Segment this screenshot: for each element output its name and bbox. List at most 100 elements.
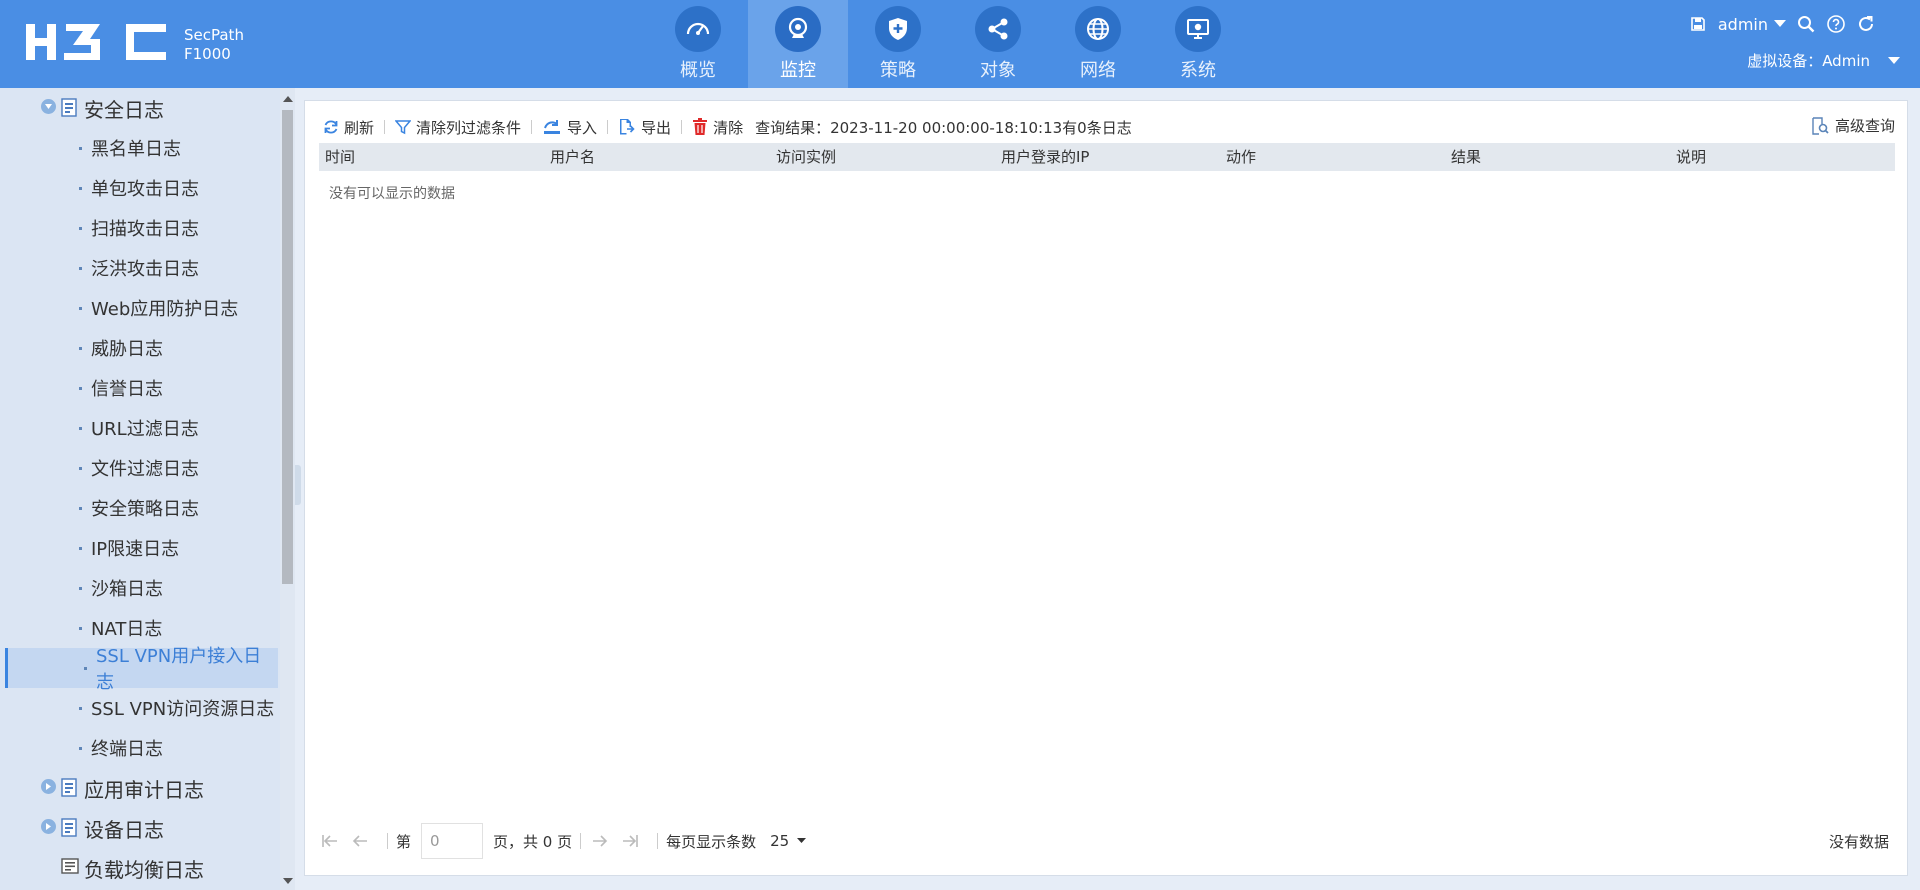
help-icon[interactable] (1826, 14, 1846, 34)
tree-item-blacklist-log[interactable]: 黑名单日志 (0, 128, 278, 168)
log-panel: 刷新 清除列过滤条件 导入 导出 清除 查询结果：2023-11-20 00:0… (304, 100, 1908, 876)
product-name: SecPath F1000 (184, 26, 244, 64)
nav-label: 监控 (780, 60, 816, 81)
nav-label: 网络 (1080, 60, 1116, 81)
column-header-username[interactable]: 用户名 (544, 143, 770, 171)
column-header-time[interactable]: 时间 (319, 143, 544, 171)
nav-system[interactable]: 系统 (1148, 0, 1248, 88)
tree-item-file-filter-log[interactable]: 文件过滤日志 (0, 448, 278, 488)
refresh-button[interactable]: 刷新 (323, 117, 374, 138)
tree-item-sandbox-log[interactable]: 沙箱日志 (0, 568, 278, 608)
nav-overview[interactable]: 概览 (648, 0, 748, 88)
previous-page-icon[interactable] (349, 830, 371, 852)
tree-item-ip-rate-limit-log[interactable]: IP限速日志 (0, 528, 278, 568)
save-icon[interactable] (1688, 14, 1708, 34)
user-menu[interactable]: admin (1718, 15, 1786, 34)
product-line-2: F1000 (184, 45, 231, 63)
column-header-action[interactable]: 动作 (1220, 143, 1445, 171)
tree-item-scan-attack-log[interactable]: 扫描攻击日志 (0, 208, 278, 248)
next-page-icon[interactable] (589, 830, 611, 852)
tree-item-label: NAT日志 (91, 619, 163, 640)
tree-item-label: URL过滤日志 (91, 419, 199, 440)
toolbar: 刷新 清除列过滤条件 导入 导出 清除 查询结果：2023-11-20 00:0… (323, 115, 1895, 139)
nav-monitor[interactable]: 监控 (748, 0, 848, 88)
tree-item-threat-log[interactable]: 威胁日志 (0, 328, 278, 368)
log-file-icon (61, 818, 77, 842)
pagination-bar: 第 页，共 0 页 每页显示条数 25 没有数据 (319, 821, 1895, 861)
tree-item-label: 黑名单日志 (91, 139, 181, 160)
advanced-query-button[interactable]: 高级查询 (1811, 115, 1895, 136)
expand-icon[interactable] (41, 819, 56, 834)
caret-down-icon (1888, 56, 1900, 64)
main-nav: 概览 监控 策略 对象 网络 系统 (648, 0, 1248, 88)
refresh-icon (324, 120, 338, 134)
nav-label: 系统 (1180, 60, 1216, 81)
expand-icon[interactable] (41, 779, 56, 794)
tree-group-label: 负载均衡日志 (84, 857, 204, 882)
import-icon (544, 120, 561, 134)
virtual-device-selector[interactable]: 虚拟设备：Admin (1747, 50, 1900, 71)
list-doc-icon (61, 858, 79, 879)
virtual-device-label: 虚拟设备：Admin (1747, 52, 1870, 70)
share-nodes-icon (975, 6, 1021, 52)
tree-item-label: 泛洪攻击日志 (91, 259, 199, 280)
clear-filters-button[interactable]: 清除列过滤条件 (395, 117, 521, 138)
nav-label: 概览 (680, 60, 716, 81)
export-button[interactable]: 导出 (618, 117, 671, 138)
tree-group-device-log[interactable]: 设备日志 (0, 808, 278, 848)
nav-network[interactable]: 网络 (1048, 0, 1148, 88)
column-header-result[interactable]: 结果 (1445, 143, 1670, 171)
last-page-icon[interactable] (619, 830, 641, 852)
tree-item-label: SSL VPN用户接入日志 (96, 646, 262, 693)
caret-down-icon (1774, 20, 1786, 27)
tree-item-label: 安全策略日志 (91, 499, 199, 520)
camera-icon (775, 6, 821, 52)
collapse-icon[interactable] (41, 99, 56, 114)
clear-button[interactable]: 清除 (692, 117, 743, 138)
tree-item-label: 单包攻击日志 (91, 179, 199, 200)
nav-policy[interactable]: 策略 (848, 0, 948, 88)
import-button[interactable]: 导入 (542, 117, 597, 138)
column-header-login-ip[interactable]: 用户登录的IP (995, 143, 1220, 171)
trash-icon (693, 118, 708, 135)
first-page-icon[interactable] (319, 830, 341, 852)
sidebar-scrollbar[interactable] (280, 88, 295, 890)
header-tools: admin (1688, 14, 1876, 34)
sidebar-tree: 安全日志 黑名单日志 单包攻击日志 扫描攻击日志 泛洪攻击日志 Web应用防护日… (0, 88, 280, 890)
scroll-up-arrow-icon[interactable] (283, 96, 293, 102)
logout-refresh-icon[interactable] (1856, 14, 1876, 34)
sidebar-collapse-handle[interactable] (295, 465, 301, 505)
page-size-select[interactable]: 25 (770, 832, 807, 850)
scroll-down-arrow-icon[interactable] (283, 878, 293, 884)
tree-group-load-balance-log[interactable]: 负载均衡日志 (0, 848, 278, 888)
pager-status: 没有数据 (1828, 832, 1889, 851)
tree-group-app-audit-log[interactable]: 应用审计日志 (0, 768, 278, 808)
tree-item-sslvpn-user-access-log[interactable]: SSL VPN用户接入日志 (5, 646, 278, 693)
column-header-access-instance[interactable]: 访问实例 (770, 143, 995, 171)
advanced-query-label: 高级查询 (1834, 117, 1895, 135)
search-icon[interactable] (1796, 14, 1816, 34)
page-total-label: 页，共 0 页 (493, 832, 573, 851)
page-number-input[interactable] (421, 823, 484, 859)
tree-group-security-log[interactable]: 安全日志 (0, 88, 278, 128)
dashboard-icon (675, 6, 721, 52)
caret-down-icon (797, 838, 807, 843)
tree-item-url-filter-log[interactable]: URL过滤日志 (0, 408, 278, 448)
scrollbar-thumb[interactable] (282, 110, 293, 584)
tree-group-label: 安全日志 (84, 97, 164, 122)
tree-item-single-packet-attack-log[interactable]: 单包攻击日志 (0, 168, 278, 208)
tree-item-flood-attack-log[interactable]: 泛洪攻击日志 (0, 248, 278, 288)
top-header: SecPath F1000 概览 监控 策略 对象 网络 系统 admin 虚拟… (0, 0, 1920, 88)
nav-object[interactable]: 对象 (948, 0, 1048, 88)
tree-item-terminal-log[interactable]: 终端日志 (0, 728, 278, 768)
tree-item-security-policy-log[interactable]: 安全策略日志 (0, 488, 278, 528)
tree-item-label: 威胁日志 (91, 339, 163, 360)
tree-item-label: IP限速日志 (91, 539, 180, 560)
log-file-icon (61, 778, 77, 802)
tree-item-sslvpn-resource-access-log[interactable]: SSL VPN访问资源日志 (0, 688, 278, 728)
column-header-description[interactable]: 说明 (1670, 143, 1895, 171)
tree-item-waf-log[interactable]: Web应用防护日志 (0, 288, 278, 328)
tree-item-reputation-log[interactable]: 信誉日志 (0, 368, 278, 408)
clear-filters-label: 清除列过滤条件 (416, 118, 522, 137)
refresh-label: 刷新 (344, 118, 375, 137)
